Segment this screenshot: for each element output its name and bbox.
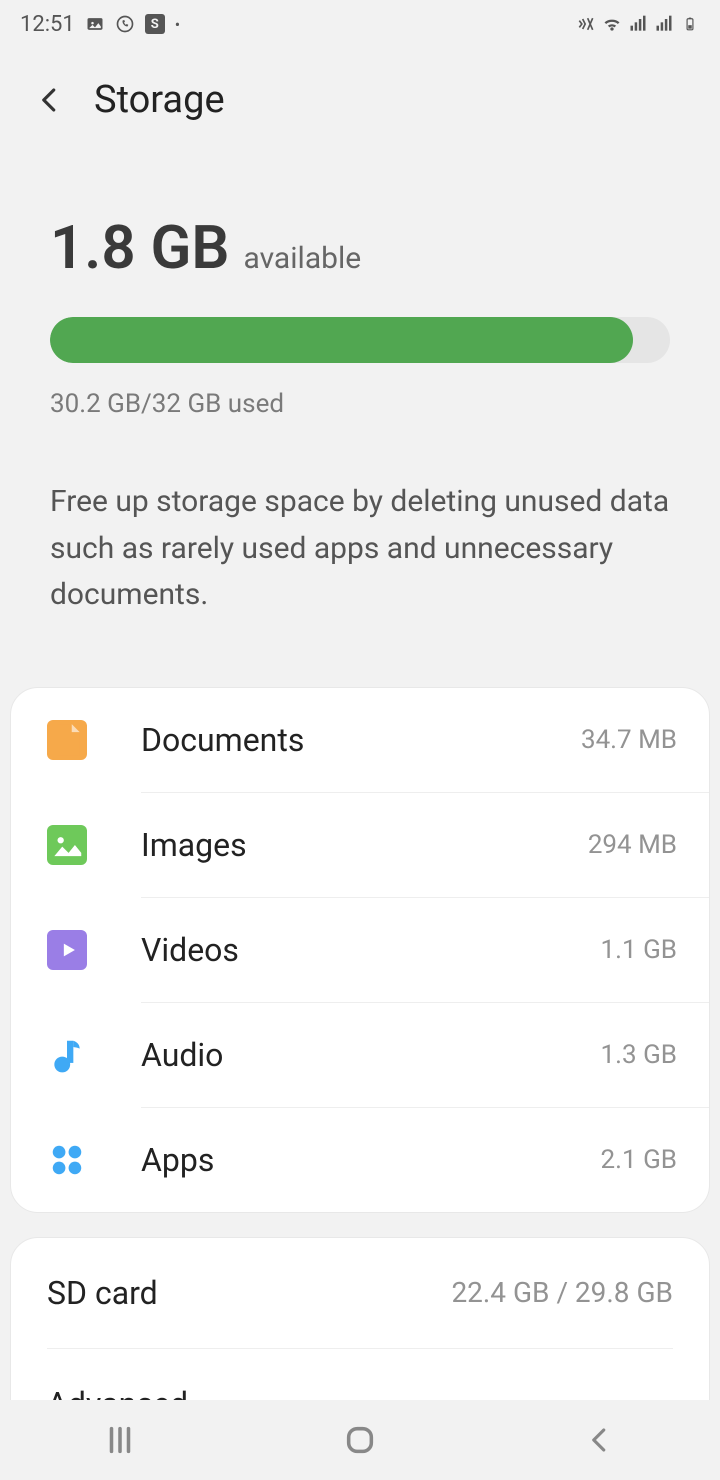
apps-icon xyxy=(47,1140,87,1180)
storage-summary: 1.8 GB available 30.2 GB/32 GB used Free… xyxy=(0,132,720,659)
category-size: 294 MB xyxy=(588,830,677,860)
back-nav-button[interactable] xyxy=(578,1418,622,1462)
images-icon xyxy=(47,825,87,865)
audio-icon xyxy=(47,1035,87,1075)
storage-hint: Free up storage space by deleting unused… xyxy=(50,479,670,619)
s-app-icon: S xyxy=(145,14,165,34)
category-label: Videos xyxy=(141,931,601,969)
category-label: Documents xyxy=(141,721,581,759)
categories-card: Documents 34.7 MB Images 294 MB Videos 1… xyxy=(10,687,710,1213)
signal-icon xyxy=(628,14,648,34)
whatsapp-icon xyxy=(115,14,135,34)
storage-bar-fill xyxy=(50,317,633,363)
status-bar: 12:51 S • xyxy=(0,0,720,48)
category-label: Apps xyxy=(141,1141,601,1179)
back-button[interactable] xyxy=(34,84,66,116)
category-label: Images xyxy=(141,826,588,864)
sdcard-row[interactable]: SD card 22.4 GB / 29.8 GB xyxy=(11,1238,709,1348)
sdcard-label: SD card xyxy=(47,1274,158,1312)
available-amount: 1.8 GB xyxy=(50,212,230,283)
category-size: 2.1 GB xyxy=(601,1145,677,1175)
signal2-icon xyxy=(654,14,674,34)
available-label: available xyxy=(244,241,362,276)
category-size: 1.1 GB xyxy=(601,935,677,965)
category-size: 1.3 GB xyxy=(601,1040,677,1070)
category-images[interactable]: Images 294 MB xyxy=(11,793,709,897)
battery-icon xyxy=(680,14,700,34)
category-size: 34.7 MB xyxy=(581,725,677,755)
recents-button[interactable] xyxy=(98,1418,142,1462)
status-time: 12:51 xyxy=(20,12,75,37)
used-text: 30.2 GB/32 GB used xyxy=(50,389,670,419)
videos-icon xyxy=(47,930,87,970)
documents-icon xyxy=(47,720,87,760)
category-apps[interactable]: Apps 2.1 GB xyxy=(11,1108,709,1212)
gallery-icon xyxy=(85,14,105,34)
vibrate-icon xyxy=(576,14,596,34)
sdcard-value: 22.4 GB / 29.8 GB xyxy=(451,1276,673,1309)
page-title: Storage xyxy=(94,78,225,122)
more-notifications-icon: • xyxy=(175,15,180,34)
storage-bar xyxy=(50,317,670,363)
wifi-icon xyxy=(602,14,622,34)
category-audio[interactable]: Audio 1.3 GB xyxy=(11,1003,709,1107)
category-documents[interactable]: Documents 34.7 MB xyxy=(11,688,709,792)
category-videos[interactable]: Videos 1.1 GB xyxy=(11,898,709,1002)
category-label: Audio xyxy=(141,1036,601,1074)
page-header: Storage xyxy=(0,48,720,132)
system-nav-bar xyxy=(0,1400,720,1480)
home-button[interactable] xyxy=(338,1418,382,1462)
